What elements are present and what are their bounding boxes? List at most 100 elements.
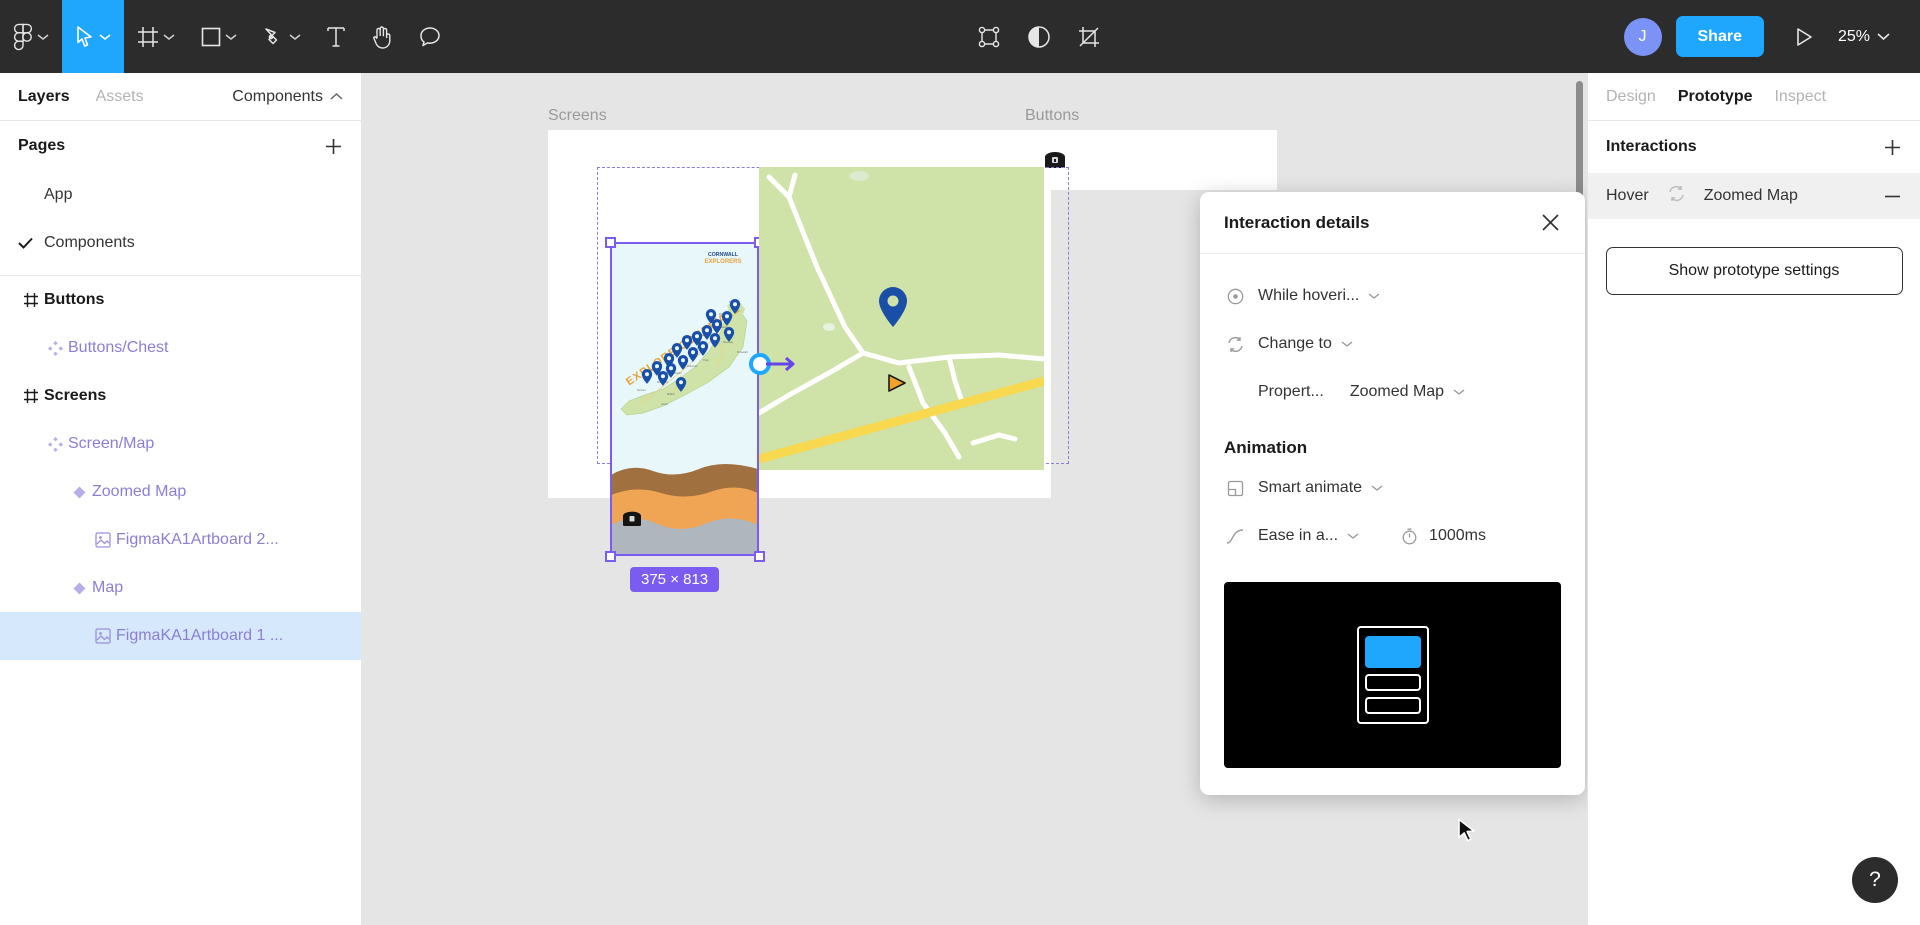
preview-bar (1364, 674, 1421, 691)
interactions-label: Interactions (1606, 138, 1697, 155)
tab-design[interactable]: Design (1606, 88, 1656, 106)
layer-row[interactable]: Buttons (0, 276, 361, 324)
animation-type-select[interactable]: Smart animate (1258, 479, 1383, 497)
chevron-down-icon (225, 28, 237, 46)
crop-tool-button[interactable] (1064, 0, 1114, 73)
left-panel-tabs: Layers Assets Components (0, 73, 361, 121)
change-to-icon (1224, 336, 1246, 353)
layer-label: Buttons/Chest (68, 339, 169, 356)
interactions-header: Interactions (1588, 121, 1920, 173)
tab-prototype[interactable]: Prototype (1678, 88, 1753, 106)
action-select[interactable]: Change to (1258, 335, 1353, 353)
add-interaction-button[interactable] (1883, 138, 1902, 157)
easing-select[interactable]: Ease in a... (1258, 527, 1359, 545)
easing-curve-icon (1224, 528, 1246, 544)
dialog-body: While hoveri... Change to Propert... Zoo… (1200, 254, 1585, 560)
layer-row[interactable]: Zoomed Map (0, 468, 361, 516)
remove-interaction-button[interactable] (1883, 194, 1902, 199)
layer-row[interactable]: Buttons/Chest (0, 324, 361, 372)
interaction-row[interactable]: Hover Zoomed Map (1588, 173, 1920, 219)
layer-row[interactable]: Screen/Map (0, 420, 361, 468)
dialog-title: Interaction details (1224, 212, 1370, 232)
image-icon (90, 628, 116, 644)
text-tool-button[interactable] (314, 0, 358, 73)
move-tool-button[interactable] (62, 0, 124, 73)
layer-label: Screen/Map (68, 435, 155, 452)
close-icon[interactable] (1540, 212, 1561, 233)
artboard-zoomed-map[interactable] (759, 167, 1044, 470)
animation-type-row[interactable]: Smart animate (1224, 464, 1561, 512)
artboard-map-illustrated[interactable]: CORNWALL EXPLORERS EXPLORE CORNWALL Tint… (611, 243, 758, 555)
present-button[interactable] (1780, 26, 1828, 48)
easing-label: Ease in a... (1258, 527, 1339, 544)
chevron-down-icon (99, 28, 111, 46)
trigger-label: While hoveri... (1258, 287, 1360, 304)
tab-assets[interactable]: Assets (96, 88, 144, 106)
mask-tool-button[interactable] (1014, 0, 1064, 73)
dialog-header: Interaction details (1200, 192, 1585, 254)
layer-row[interactable]: Map (0, 564, 361, 612)
animation-preview[interactable] (1224, 582, 1561, 768)
layer-row[interactable]: FigmaKA1Artboard 2... (0, 516, 361, 564)
interaction-trigger: Hover (1606, 187, 1649, 204)
add-page-button[interactable] (324, 137, 343, 156)
top-toolbar: J Share 25% (0, 0, 1920, 73)
pages-header: Pages (0, 121, 361, 171)
tab-inspect[interactable]: Inspect (1774, 88, 1826, 106)
stopwatch-icon (1402, 528, 1417, 544)
chevron-down-icon (1371, 485, 1383, 491)
help-button[interactable]: ? (1852, 857, 1898, 903)
hand-tool-button[interactable] (358, 0, 406, 73)
property-value: Zoomed Map (1349, 383, 1445, 400)
chevron-down-icon (1877, 33, 1890, 41)
layer-row[interactable]: Screens (0, 372, 361, 420)
map-place-label: Lizard (661, 403, 668, 406)
property-row[interactable]: Propert... Zoomed Map (1224, 368, 1561, 416)
toolbar-center-tools (964, 0, 1114, 73)
right-sidebar: Design Prototype Inspect Interactions Ho… (1587, 73, 1920, 925)
preview-blue-block (1364, 636, 1421, 668)
zoom-control[interactable]: 25% (1828, 28, 1900, 46)
frame-label-buttons[interactable]: Buttons (1025, 107, 1079, 125)
frame-tool-button[interactable] (124, 0, 188, 73)
prototype-connector-arrow (766, 355, 800, 378)
comment-tool-button[interactable] (406, 0, 454, 73)
frame-label-screens[interactable]: Screens (548, 107, 607, 125)
avatar[interactable]: J (1623, 17, 1662, 56)
components-toggle[interactable]: Components (232, 88, 343, 106)
chevron-up-icon (330, 92, 343, 100)
trigger-row[interactable]: While hoveri... (1224, 272, 1561, 320)
svg-text:CORNWALL: CORNWALL (708, 252, 739, 258)
trigger-select[interactable]: While hoveri... (1258, 287, 1380, 305)
component-tool-button[interactable] (964, 0, 1014, 73)
easing-row[interactable]: Ease in a... 1000ms (1224, 512, 1561, 560)
preview-bar (1364, 697, 1421, 714)
pen-tool-button[interactable] (250, 0, 314, 73)
frame-hash-icon (18, 292, 44, 308)
left-sidebar: Layers Assets Components Pages App Compo… (0, 73, 362, 925)
map-place-label: Sennen (637, 389, 646, 392)
page-item-components[interactable]: Components (0, 219, 361, 267)
chevron-down-icon (1453, 389, 1465, 395)
toolbar-left-tools (0, 0, 454, 73)
share-button[interactable]: Share (1675, 16, 1764, 57)
action-row[interactable]: Change to (1224, 320, 1561, 368)
resize-handle-br[interactable] (754, 551, 765, 562)
figma-menu-button[interactable] (0, 0, 62, 73)
buttons-frame[interactable] (1025, 130, 1277, 190)
property-value-select[interactable]: Zoomed Map (1350, 383, 1465, 401)
layer-row[interactable]: FigmaKA1Artboard 1 ... (0, 612, 361, 660)
check-icon (18, 237, 44, 249)
resize-handle-bl[interactable] (605, 551, 616, 562)
resize-handle-tl[interactable] (605, 237, 616, 248)
component-set-icon (42, 340, 68, 356)
show-prototype-settings-button[interactable]: Show prototype settings (1605, 247, 1903, 295)
duration-field[interactable]: 1000ms (1401, 527, 1486, 545)
animation-type-label: Smart animate (1258, 479, 1363, 496)
page-label: Components (44, 234, 135, 251)
shape-tool-button[interactable] (188, 0, 250, 73)
tab-layers[interactable]: Layers (18, 88, 70, 106)
chevron-down-icon (1347, 533, 1359, 539)
toolbar-right-controls: J Share 25% (1623, 16, 1920, 57)
page-item-app[interactable]: App (0, 171, 361, 219)
